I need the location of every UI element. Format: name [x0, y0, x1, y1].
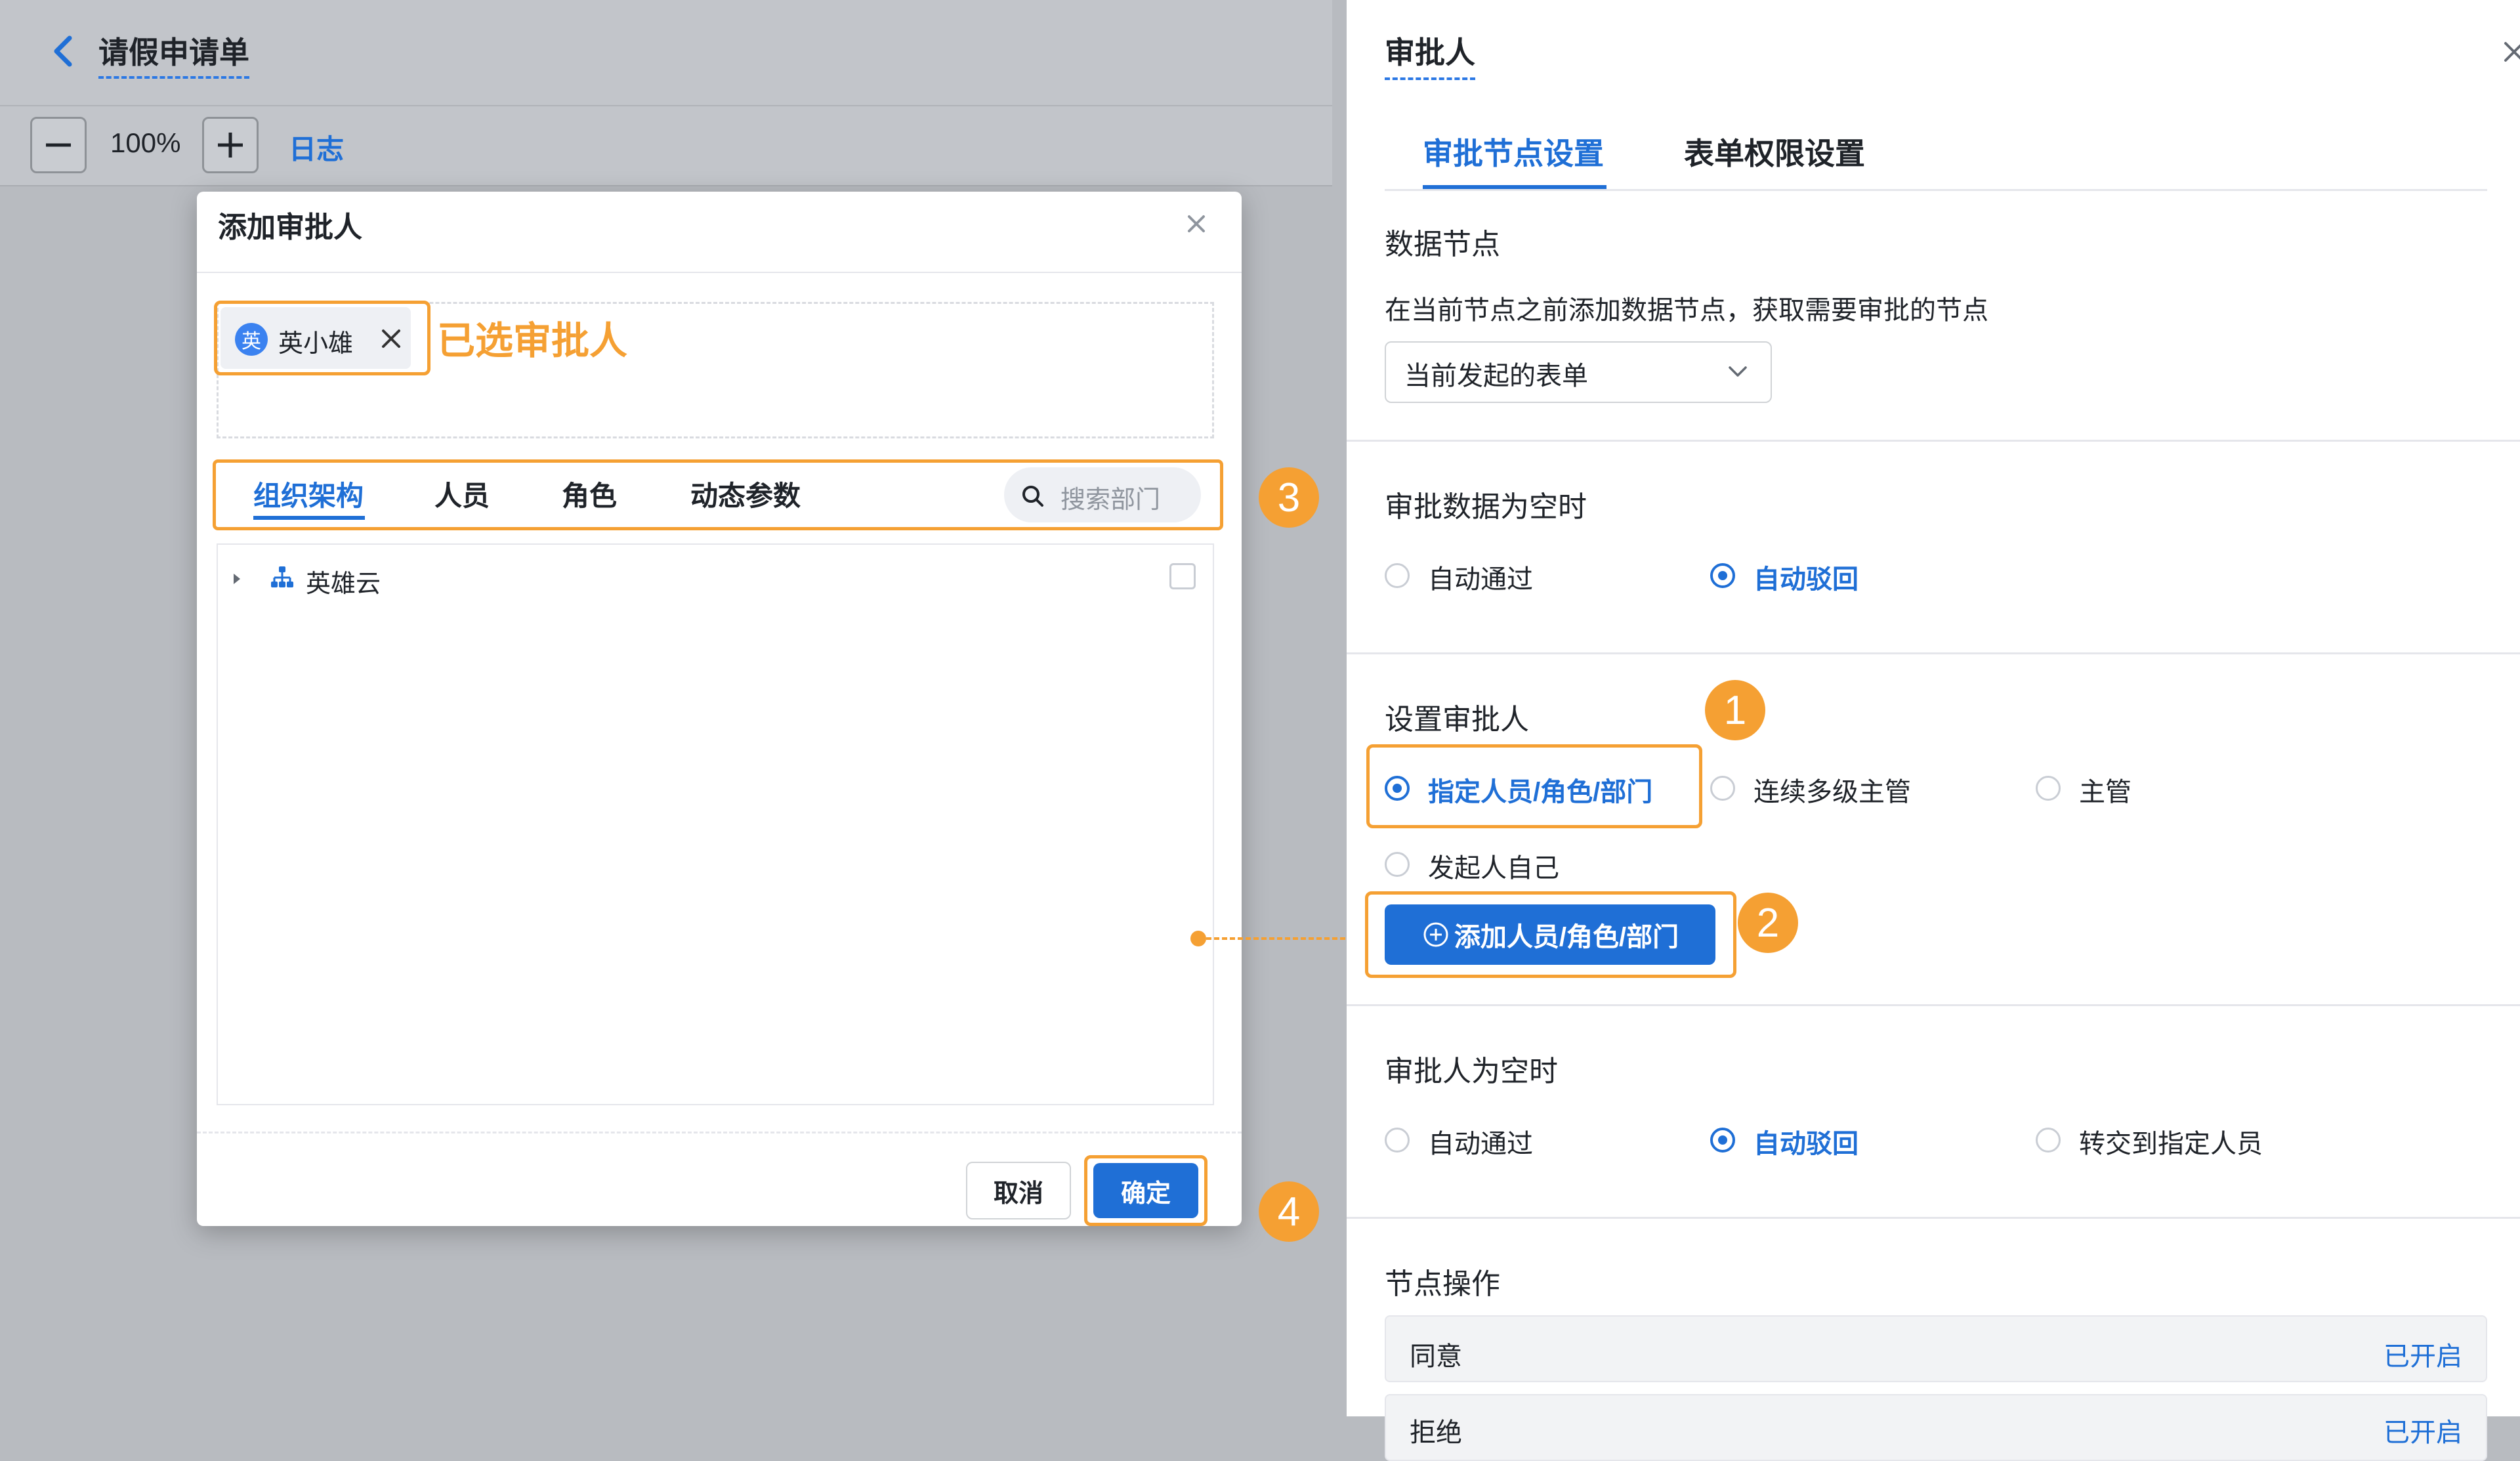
radio-initiator-self[interactable]	[1385, 852, 1410, 877]
tree-node-label[interactable]: 英雄云	[306, 563, 381, 599]
section-divider	[1347, 1217, 2520, 1219]
annotation-highlight-add-button	[1365, 891, 1736, 978]
annotation-connector-line	[1198, 937, 1369, 940]
section-divider	[1347, 1004, 2520, 1006]
radio-label[interactable]: 主管	[2079, 771, 2132, 809]
dialog-title: 添加审批人	[218, 211, 362, 243]
tab-form-permissions[interactable]: 表单权限设置	[1684, 130, 1865, 173]
radio-transfer-to-person[interactable]	[2036, 1128, 2061, 1153]
canvas-toolbar	[0, 105, 1332, 186]
radio-label[interactable]: 转交到指定人员	[2079, 1122, 2263, 1160]
panel-title: 审批人	[1385, 29, 1475, 80]
page-title: 请假申请单	[98, 29, 249, 79]
step-badge-3: 3	[1259, 467, 1319, 528]
zoom-level: 100%	[110, 127, 181, 158]
minus-icon	[46, 143, 71, 147]
data-node-description: 在当前节点之前添加数据节点，获取需要审批的节点	[1385, 296, 1988, 325]
radio-label[interactable]: 自动通过	[1428, 558, 1533, 596]
back-chevron-icon[interactable]	[46, 33, 83, 70]
operation-label: 拒绝	[1410, 1418, 1462, 1447]
list-item[interactable]	[1385, 1394, 2487, 1461]
annotation-highlight-confirm	[1084, 1155, 1208, 1226]
radio-label[interactable]: 自动驳回	[1754, 558, 1858, 596]
set-approver-title: 设置审批人	[1385, 704, 1529, 736]
section-divider	[1347, 652, 2520, 654]
radio-auto-pass[interactable]	[1385, 563, 1410, 588]
tree-node-checkbox[interactable]	[1169, 563, 1196, 589]
plus-icon	[218, 133, 243, 158]
close-icon[interactable]	[2499, 37, 2520, 67]
add-approver-dialog: 添加审批人 英 英小雄 已选审批人 组织架构 人员 角色 动态参数 搜索部门 英…	[197, 192, 1242, 1226]
log-link[interactable]: 日志	[289, 127, 344, 167]
dialog-header: 添加审批人	[197, 192, 1242, 273]
empty-approver-title: 审批人为空时	[1385, 1055, 1558, 1088]
data-node-select-value: 当前发起的表单	[1404, 362, 1588, 391]
annotation-highlight-tabs	[213, 459, 1223, 530]
org-tree-panel	[217, 543, 1214, 1105]
active-tab-indicator	[1423, 185, 1606, 189]
close-icon[interactable]	[1181, 209, 1211, 239]
chevron-down-icon	[1726, 360, 1750, 383]
zoom-in-button[interactable]	[202, 117, 259, 173]
annotation-selected-note: 已选审批人	[437, 320, 628, 362]
radio-label[interactable]: 连续多级主管	[1754, 771, 1911, 809]
annotation-highlight-chip	[214, 301, 430, 375]
step-badge-1: 1	[1705, 680, 1765, 740]
panel-tabs-divider	[1385, 189, 2487, 191]
cancel-button[interactable]: 取消	[966, 1162, 1071, 1219]
zoom-out-button[interactable]	[30, 117, 87, 173]
annotation-highlight-option	[1366, 744, 1702, 828]
radio-label[interactable]: 发起人自己	[1428, 847, 1559, 885]
radio-auto-reject[interactable]	[1710, 1128, 1735, 1153]
expand-caret-icon[interactable]	[231, 570, 244, 588]
tab-node-settings[interactable]: 审批节点设置	[1423, 130, 1604, 173]
section-divider	[1347, 440, 2520, 442]
radio-auto-pass[interactable]	[1385, 1128, 1410, 1153]
node-operations-title: 节点操作	[1385, 1268, 1500, 1300]
radio-label[interactable]: 自动通过	[1428, 1122, 1533, 1160]
radio-manager[interactable]	[2036, 776, 2061, 801]
step-badge-4: 4	[1259, 1181, 1319, 1242]
step-badge-2: 2	[1738, 893, 1798, 953]
list-item[interactable]	[1385, 1315, 2487, 1382]
operation-status[interactable]: 已开启	[2384, 1335, 2462, 1373]
radio-auto-reject[interactable]	[1710, 563, 1735, 588]
org-tree-icon	[269, 564, 295, 591]
empty-data-title: 审批数据为空时	[1385, 491, 1587, 523]
operation-status[interactable]: 已开启	[2384, 1411, 2462, 1449]
annotation-connector-dot	[1190, 931, 1206, 946]
radio-label[interactable]: 自动驳回	[1754, 1122, 1858, 1160]
operation-label: 同意	[1410, 1342, 1462, 1371]
data-node-title: 数据节点	[1385, 228, 1500, 261]
radio-multi-level-manager[interactable]	[1710, 776, 1735, 801]
